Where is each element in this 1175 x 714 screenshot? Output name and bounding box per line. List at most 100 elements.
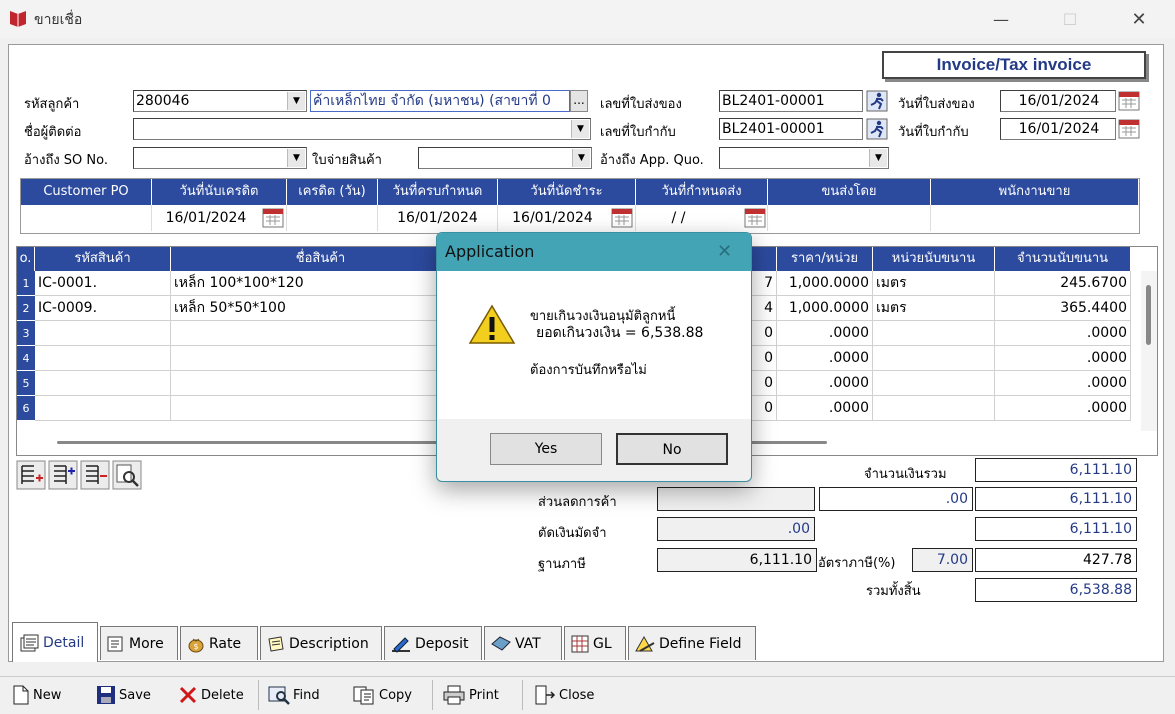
save-button[interactable]: Save: [96, 684, 151, 706]
tax-date-field[interactable]: 16/01/2024: [1000, 118, 1116, 140]
item-unit-cell[interactable]: [873, 396, 995, 421]
item-price-cell[interactable]: .0000: [777, 396, 873, 421]
tax-base-label: ฐานภาษี: [538, 557, 586, 572]
item-qty-cell[interactable]: .0000: [995, 396, 1131, 421]
vertical-scrollbar[interactable]: [1141, 271, 1157, 431]
chevron-down-icon[interactable]: ▼: [287, 92, 305, 110]
chevron-down-icon[interactable]: ▼: [572, 149, 590, 167]
define-field-icon: [635, 635, 655, 652]
tax-no-field[interactable]: BL2401-00001: [719, 118, 863, 140]
item-name-cell[interactable]: เหล็ก 100*100*120: [171, 271, 471, 296]
calendar-icon[interactable]: [611, 207, 633, 229]
customer-browse-button[interactable]: ...: [570, 90, 588, 112]
item-price-cell[interactable]: 1,000.0000: [777, 271, 873, 296]
terms-header: เครดิต (วัน): [287, 179, 378, 205]
no-button[interactable]: No: [616, 433, 728, 465]
so-ref-combo[interactable]: ▼: [133, 147, 307, 169]
tab-label: Define Field: [659, 635, 742, 652]
tab-description[interactable]: Description: [260, 626, 382, 660]
minimize-button[interactable]: —: [978, 0, 1024, 38]
item-unit-cell[interactable]: เมตร: [873, 296, 995, 321]
delete-row-icon[interactable]: [80, 460, 110, 490]
tab-more[interactable]: More: [100, 626, 178, 660]
customer-code-label: รหัสลูกค้า: [24, 97, 80, 112]
item-code-cell[interactable]: [35, 371, 171, 396]
item-code-cell[interactable]: IC-0001.: [35, 271, 171, 296]
quo-ref-combo[interactable]: ▼: [719, 147, 889, 169]
item-price-cell[interactable]: 1,000.0000: [777, 296, 873, 321]
item-price-cell[interactable]: .0000: [777, 321, 873, 346]
tab-gl[interactable]: GL: [564, 626, 626, 660]
find-button[interactable]: Find: [268, 684, 320, 706]
chevron-down-icon[interactable]: ▼: [571, 120, 589, 138]
tab-detail[interactable]: Detail: [12, 622, 98, 662]
delete-button[interactable]: Delete: [178, 684, 244, 706]
delivery-date-field[interactable]: 16/01/2024: [1000, 90, 1116, 112]
calendar-icon[interactable]: [262, 207, 284, 229]
customer-name-field[interactable]: ค้าเหล็กไทย จำกัด (มหาชน) (สาขาที่ 0: [310, 90, 570, 112]
item-qty-cell[interactable]: 365.4400: [995, 296, 1131, 321]
item-code-cell[interactable]: [35, 321, 171, 346]
tab-rate[interactable]: $ Rate: [180, 626, 258, 660]
item-name-cell[interactable]: [171, 321, 471, 346]
item-code-cell[interactable]: [35, 346, 171, 371]
item-unit-cell[interactable]: [873, 346, 995, 371]
tab-vat[interactable]: VAT: [484, 626, 562, 660]
runner-icon[interactable]: [866, 90, 888, 112]
scrollbar-thumb[interactable]: [1146, 285, 1151, 345]
insert-row-icon[interactable]: [16, 460, 46, 490]
add-row-icon[interactable]: [48, 460, 78, 490]
item-qty-cell[interactable]: .0000: [995, 371, 1131, 396]
item-price-cell[interactable]: .0000: [777, 346, 873, 371]
due-date-field[interactable]: 16/01/2024: [378, 205, 498, 231]
item-name-cell[interactable]: เหล็ก 50*50*100: [171, 296, 471, 321]
tab-define-field[interactable]: Define Field: [628, 626, 756, 660]
item-qty-cell[interactable]: .0000: [995, 346, 1131, 371]
discount-label: ส่วนลดการค้า: [538, 495, 617, 510]
maximize-button[interactable]: ☐: [1047, 0, 1093, 38]
terms-header: Customer PO: [21, 179, 152, 205]
customer-po-field[interactable]: [21, 205, 152, 231]
delivery-no-field[interactable]: BL2401-00001: [719, 90, 863, 112]
calendar-icon[interactable]: [1118, 118, 1140, 140]
close-button[interactable]: Close: [534, 684, 594, 706]
deposit-amount-field[interactable]: .00: [657, 517, 815, 541]
new-button[interactable]: New: [12, 684, 61, 706]
copy-button[interactable]: Copy: [352, 684, 412, 706]
item-name-cell[interactable]: [171, 396, 471, 421]
customer-code-combo[interactable]: 280046 ▼: [133, 90, 307, 112]
delivery-ref-combo[interactable]: ▼: [418, 147, 592, 169]
contact-combo[interactable]: ▼: [133, 118, 591, 140]
item-price-cell[interactable]: .0000: [777, 371, 873, 396]
item-code-cell[interactable]: [35, 396, 171, 421]
dialog-message-line2: ยอดเกินวงเงิน = 6,538.88: [536, 325, 704, 341]
item-qty-cell[interactable]: .0000: [995, 321, 1131, 346]
item-code-cell[interactable]: IC-0009.: [35, 296, 171, 321]
item-unit-cell[interactable]: [873, 371, 995, 396]
close-window-button[interactable]: ✕: [1116, 0, 1162, 38]
item-unit-cell[interactable]: เมตร: [873, 271, 995, 296]
item-unit-cell[interactable]: [873, 321, 995, 346]
dialog-close-icon[interactable]: ✕: [717, 241, 732, 262]
print-button[interactable]: Print: [442, 684, 499, 706]
vat-rate-field[interactable]: 7.00: [912, 548, 973, 572]
runner-icon[interactable]: [866, 118, 888, 140]
yes-button[interactable]: Yes: [490, 433, 602, 465]
salesperson-field[interactable]: [931, 205, 1139, 231]
discount-amount-field[interactable]: .00: [819, 487, 973, 511]
calendar-icon[interactable]: [1118, 90, 1140, 112]
calendar-icon[interactable]: [744, 207, 766, 229]
discount-text-field[interactable]: [657, 487, 815, 511]
tab-deposit[interactable]: Deposit: [384, 626, 482, 660]
print-label: Print: [469, 687, 499, 703]
search-icon[interactable]: [112, 460, 142, 490]
delete-x-icon: [179, 686, 197, 704]
shipping-by-field[interactable]: [768, 205, 931, 231]
tab-label: VAT: [515, 635, 541, 652]
item-qty-cell[interactable]: 245.6700: [995, 271, 1131, 296]
credit-days-field[interactable]: [287, 205, 378, 231]
item-name-cell[interactable]: [171, 346, 471, 371]
chevron-down-icon[interactable]: ▼: [287, 149, 305, 167]
chevron-down-icon[interactable]: ▼: [869, 149, 887, 167]
item-name-cell[interactable]: [171, 371, 471, 396]
